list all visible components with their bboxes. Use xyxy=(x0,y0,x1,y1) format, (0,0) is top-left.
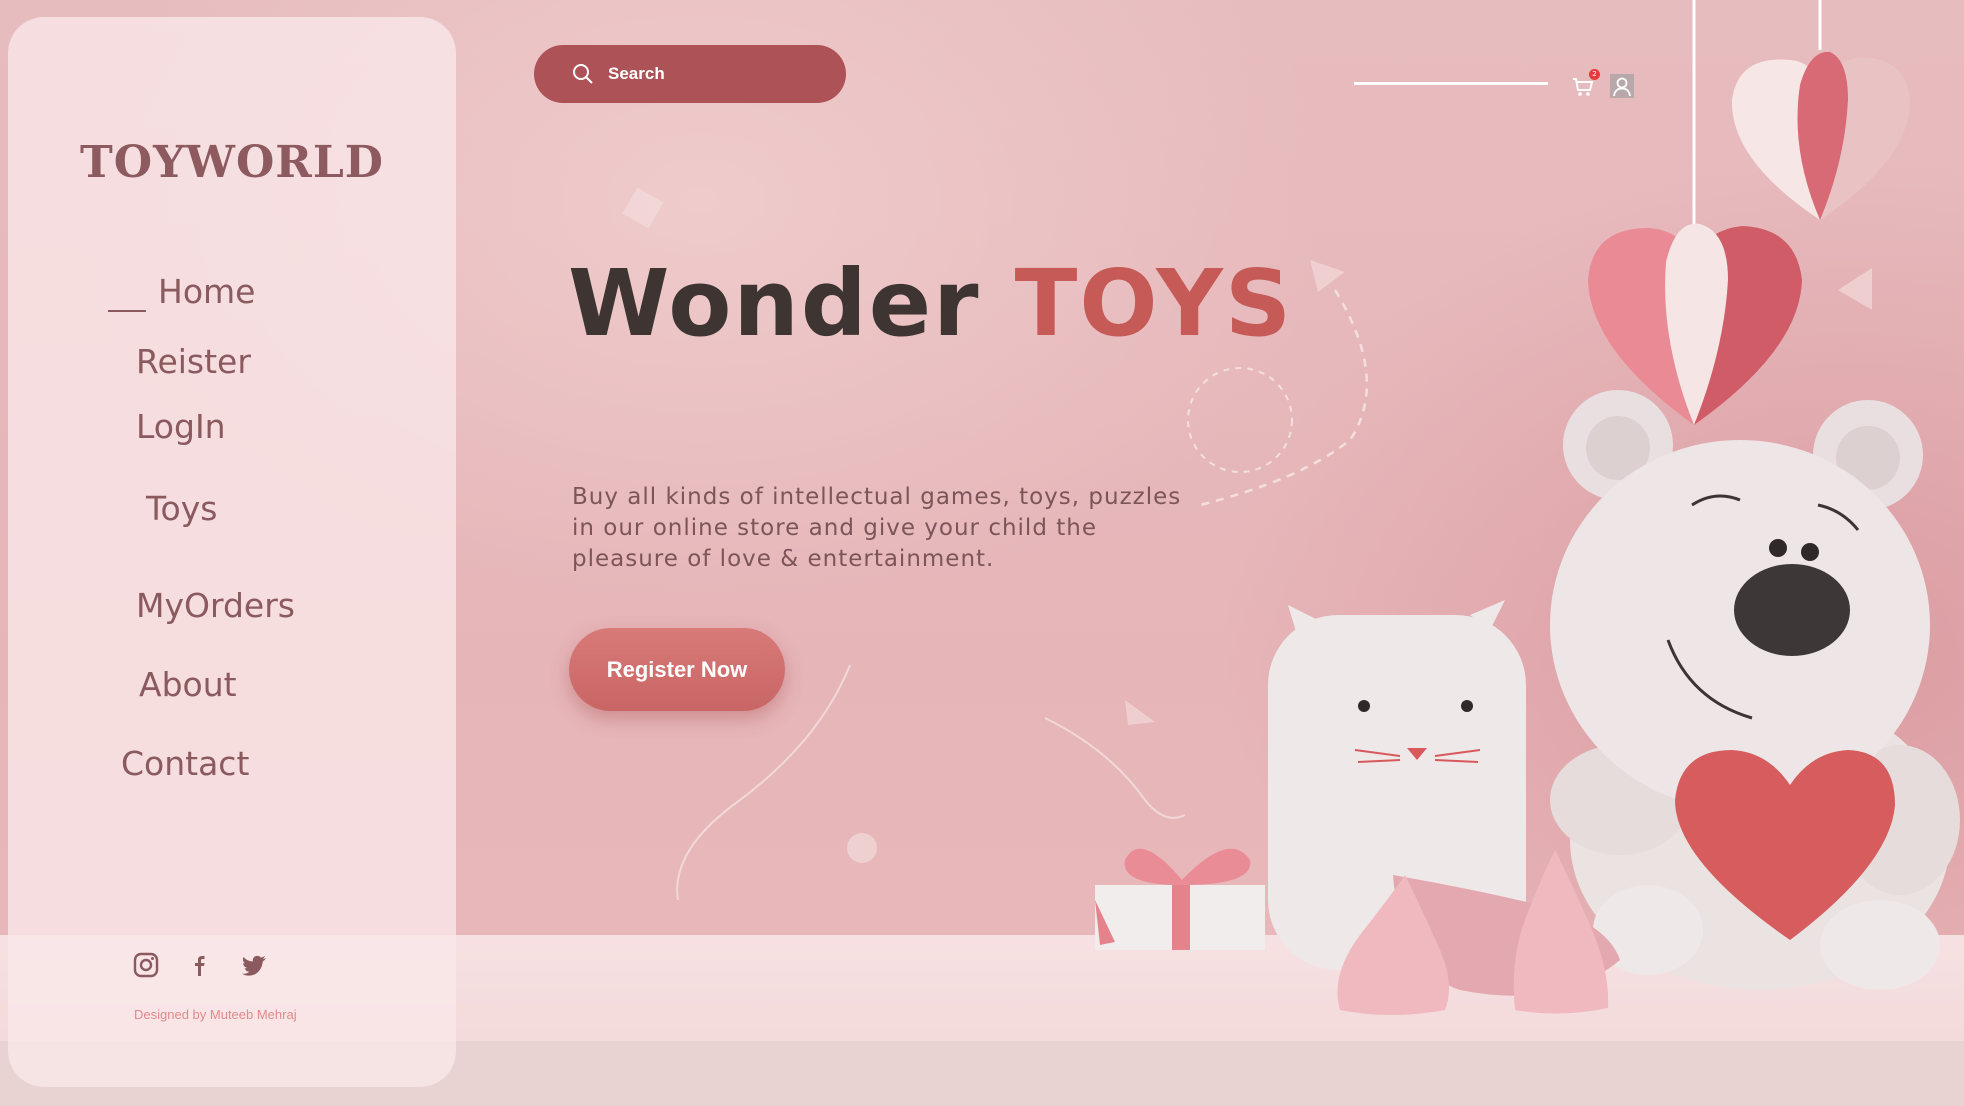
nav-item-login[interactable]: LogIn xyxy=(136,407,226,446)
nav-item-contact[interactable]: Contact xyxy=(121,744,249,783)
hero-description: Buy all kinds of intellectual games, toy… xyxy=(572,484,1182,572)
designer-credit: Designed by Muteeb Mehraj xyxy=(134,1007,297,1022)
search-placeholder: Search xyxy=(608,64,665,83)
nav-item-register[interactable]: Reister xyxy=(136,342,251,381)
sidebar: TOYWORLD Home Reister LogIn Toys MyOrder… xyxy=(8,17,456,1087)
social-links xyxy=(132,951,268,979)
active-indicator xyxy=(108,310,146,312)
hero-title-part2: TOYS xyxy=(1014,250,1294,357)
search-icon xyxy=(573,64,593,84)
instagram-icon[interactable] xyxy=(132,951,160,979)
nav-item-home[interactable]: Home xyxy=(158,272,255,311)
cart-count-badge: 2 xyxy=(1589,69,1600,80)
nav-item-toys[interactable]: Toys xyxy=(146,489,217,528)
nav-item-myorders[interactable]: MyOrders xyxy=(136,586,295,625)
facebook-icon[interactable] xyxy=(186,951,214,979)
hero-title-part1: Wonder xyxy=(568,250,981,357)
brand-logo[interactable]: TOYWORLD xyxy=(8,137,456,188)
header-divider xyxy=(1354,82,1548,85)
user-icon[interactable] xyxy=(1610,74,1634,98)
hero-title: Wonder TOYS xyxy=(568,250,1293,357)
register-now-button[interactable]: Register Now xyxy=(569,628,785,711)
nav-item-about[interactable]: About xyxy=(139,665,237,704)
cart-icon[interactable] xyxy=(1572,77,1594,97)
twitter-icon[interactable] xyxy=(240,951,268,979)
search-bar[interactable]: Search xyxy=(534,45,846,103)
